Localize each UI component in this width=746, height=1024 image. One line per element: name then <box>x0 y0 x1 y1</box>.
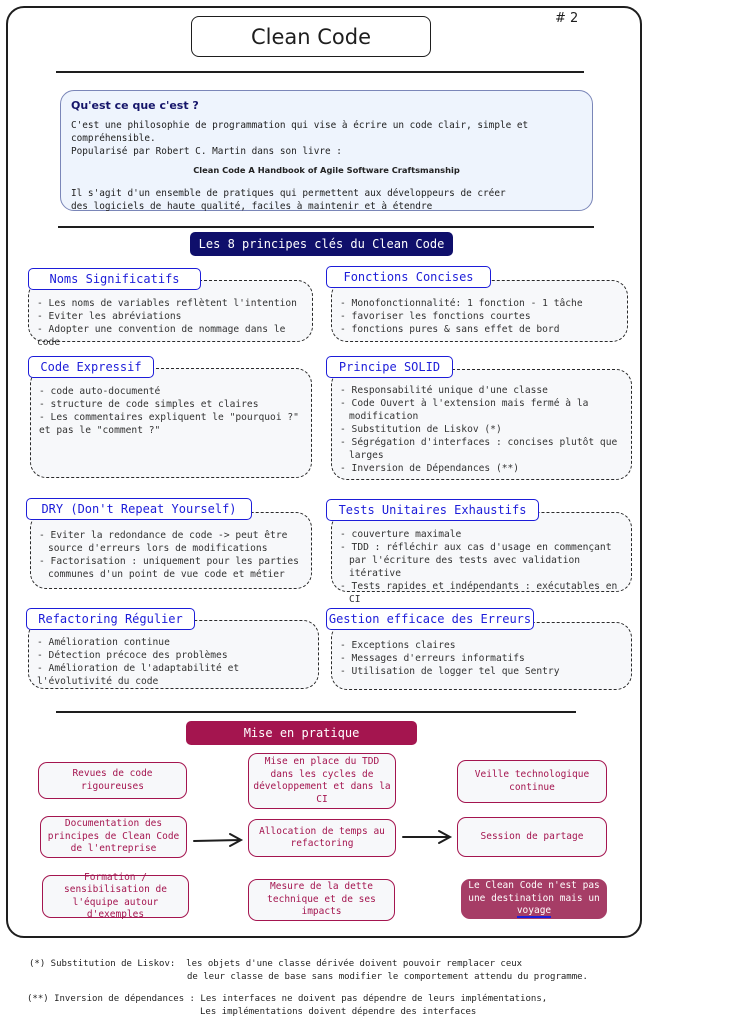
principle-item: - Messages d'erreurs informatifs <box>340 653 525 664</box>
practice-box: Session de partage <box>457 817 607 857</box>
footnote-dip-cont: Les implémentations doivent dépendre des… <box>200 1007 477 1017</box>
intro-line: des logiciels de haute qualité, faciles … <box>71 201 433 212</box>
principle-title: Principe SOLID <box>326 356 453 378</box>
principle-item: - Amélioration continue <box>37 637 170 648</box>
principle-item: - Eviter la redondance de code -> peut ê… <box>39 530 288 554</box>
principle-item: - Monofonctionnalité: 1 fonction - 1 tâc… <box>340 298 583 309</box>
practice-banner: Mise en pratique <box>186 721 417 745</box>
principle-card: - Amélioration continue - Détection préc… <box>28 620 319 689</box>
principle-item: - Les commentaires expliquent le "pourqu… <box>39 412 299 436</box>
footnote-text: Les interfaces ne doivent pas dépendre d… <box>200 994 548 1004</box>
principle-title: Code Expressif <box>28 356 154 378</box>
principle-card: - Exceptions claires - Messages d'erreur… <box>331 622 632 690</box>
principle-card: - Eviter la redondance de code -> peut ê… <box>30 512 312 589</box>
principle-item: - Tests rapides et indépendants : exécut… <box>340 581 618 605</box>
practice-box: Veille technologique continue <box>457 760 607 803</box>
intro-line: Popularisé par Robert C. Martin dans son… <box>71 146 342 157</box>
motto-text-main: Le Clean Code n'est pas une destination … <box>468 880 600 904</box>
principle-item: - Substitution de Liskov (*) <box>340 424 502 435</box>
principle-item: - couverture maximale <box>340 529 462 540</box>
page-title: Clean Code <box>191 16 431 57</box>
page-number: # 2 <box>555 11 579 26</box>
principle-card: - couverture maximale - TDD : réfléchir … <box>331 512 632 605</box>
motto-box: Le Clean Code n'est pas une destination … <box>461 879 607 919</box>
principle-item: - Inversion de Dépendances (**) <box>340 463 520 474</box>
principle-item: - Code Ouvert à l'extension mais fermé à… <box>340 398 589 422</box>
footnote-text: les objets d'une classe dérivée doivent … <box>186 959 523 969</box>
practice-box: Formation / sensibilisation de l'équipe … <box>42 872 189 920</box>
principle-title: Fonctions Concises <box>326 266 491 288</box>
principle-item: - Utilisation de logger tel que Sentry <box>340 666 560 677</box>
principle-item: - fonctions pures & sans effet de bord <box>340 324 560 335</box>
principle-item: - Factorisation : uniquement pour les pa… <box>39 556 299 580</box>
principle-item: - Responsabilité unique d'une classe <box>340 385 548 396</box>
practice-box: Mise en place du TDD dans les cycles de … <box>248 753 396 809</box>
principle-item: - code auto-documenté <box>39 386 161 397</box>
book-title: Clean Code A Handbook of Agile Software … <box>193 165 460 175</box>
footnote-liskov: (*) Substitution de Liskov: les objets d… <box>29 958 522 971</box>
principle-title: Tests Unitaires Exhaustifs <box>326 499 539 521</box>
footnote-dip: (**) Inversion de dépendances : Les inte… <box>27 993 547 1006</box>
intro-line: Il s'agit d'un ensemble de pratiques qui… <box>71 188 506 199</box>
principle-item: - TDD : réfléchir aux cas d'usage en com… <box>340 542 612 579</box>
page-title-text: Clean Code <box>250 24 372 49</box>
principle-item: - favoriser les fonctions courtes <box>340 311 531 322</box>
practice-box: Mesure de la dette technique et de ses i… <box>248 879 395 921</box>
principle-title: Noms Significatifs <box>28 268 201 290</box>
principle-title: Gestion efficace des Erreurs <box>326 608 534 630</box>
principle-item: - structure de code simples et claires <box>39 399 259 410</box>
principle-item: - Détection précoce des problèmes <box>37 650 228 661</box>
footnote-liskov-cont: de leur classe de base sans modifier le … <box>187 972 588 982</box>
principle-item: - Amélioration de l'adaptabilité et l'év… <box>37 663 240 687</box>
principle-item: - Exceptions claires <box>340 640 456 651</box>
motto-text: Le Clean Code n'est pas une destination … <box>465 880 603 919</box>
practice-box: Allocation de temps au refactoring <box>248 819 396 857</box>
principles-banner: Les 8 principes clés du Clean Code <box>190 232 453 256</box>
principle-item: - Adopter une convention de nommage dans… <box>37 324 286 348</box>
principle-card: - Monofonctionnalité: 1 fonction - 1 tâc… <box>331 280 628 342</box>
principle-card: - Responsabilité unique d'une classe - C… <box>331 369 632 480</box>
practice-box: Documentation des principes de Clean Cod… <box>40 816 187 858</box>
intro-heading: Qu'est ce que c'est ? <box>71 99 199 112</box>
divider <box>56 711 576 713</box>
principle-item: - Ségrégation d'interfaces : concises pl… <box>340 437 618 461</box>
divider <box>58 226 594 228</box>
footnote-label: (*) Substitution de Liskov: <box>29 959 176 969</box>
practice-box: Revues de code rigoureuses <box>38 762 187 799</box>
principle-card: - code auto-documenté - structure de cod… <box>30 368 312 478</box>
intro-line: C'est une philosophie de programmation q… <box>71 120 529 144</box>
principle-item: - Les noms de variables reflètent l'inte… <box>37 298 297 309</box>
intro-box: Qu'est ce que c'est ? C'est une philosop… <box>60 90 593 212</box>
principle-title: Refactoring Régulier <box>26 608 195 630</box>
principle-title: DRY (Don't Repeat Yourself) <box>26 498 252 520</box>
principle-item: - Eviter les abréviations <box>37 311 182 322</box>
arrow-right-icon <box>193 833 244 847</box>
arrow-right-icon <box>402 830 453 844</box>
motto-text-underlined: voyage <box>516 905 552 919</box>
footnote-label: (**) Inversion de dépendances : <box>27 994 195 1004</box>
divider <box>56 71 584 73</box>
